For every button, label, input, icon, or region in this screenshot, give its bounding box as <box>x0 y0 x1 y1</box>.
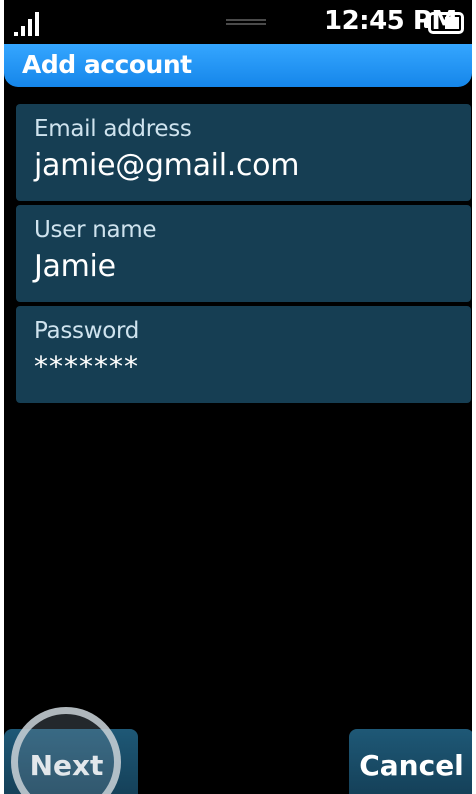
username-field[interactable]: User name Jamie <box>16 205 471 302</box>
cancel-button[interactable]: Cancel <box>349 729 472 794</box>
next-button-label: Next <box>29 749 104 782</box>
cancel-button-label: Cancel <box>359 749 464 782</box>
username-field-label: User name <box>34 217 157 243</box>
email-field-value: jamie@gmail.com <box>34 148 300 183</box>
signal-bars-icon <box>14 10 44 36</box>
next-button[interactable]: Next <box>4 729 138 794</box>
password-field[interactable]: Password ******* <box>16 306 471 403</box>
username-field-value: Jamie <box>34 249 116 284</box>
email-field-label: Email address <box>34 116 192 142</box>
battery-icon <box>424 12 464 34</box>
email-field[interactable]: Email address jamie@gmail.com <box>16 104 471 201</box>
password-field-label: Password <box>34 318 140 344</box>
page-title: Add account <box>22 50 192 79</box>
password-field-value: ******* <box>34 350 139 383</box>
battery-level <box>445 17 459 29</box>
phone-screen: 12:45 PM Add account Email address jamie… <box>4 0 472 794</box>
status-bar: 12:45 PM <box>4 0 472 44</box>
drag-handle[interactable] <box>226 19 266 25</box>
title-bar: Add account <box>4 44 472 87</box>
